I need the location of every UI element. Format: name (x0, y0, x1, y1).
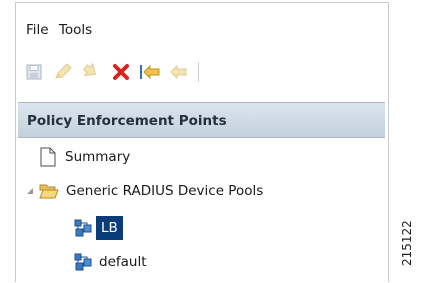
tree-item-label: default (99, 254, 147, 270)
move-left-icon[interactable] (139, 61, 161, 83)
tree-item-summary[interactable]: Summary (37, 145, 130, 169)
tree-item-default[interactable]: default (73, 250, 147, 274)
tree-item-label-selected: LB (96, 216, 123, 240)
figure-id-watermark: 215122 (400, 220, 414, 266)
device-pool-icon (73, 253, 93, 271)
device-pool-icon (73, 219, 93, 237)
policy-enforcement-panel: File Tools Policy Enforcement Points Sum… (15, 2, 389, 282)
save-icon[interactable] (23, 61, 45, 83)
document-icon (37, 147, 59, 167)
open-folder-icon (38, 183, 60, 199)
move-right-icon[interactable] (168, 61, 190, 83)
delete-icon[interactable] (110, 61, 132, 83)
menu-tools[interactable]: Tools (59, 22, 92, 38)
tree-item-generic-radius-device-pools[interactable]: Generic RADIUS Device Pools (25, 179, 263, 203)
menu-file[interactable]: File (26, 22, 49, 38)
tree-item-label: Summary (65, 149, 131, 165)
tree-item-lb[interactable]: LB (73, 215, 123, 241)
refresh-icon[interactable] (81, 61, 103, 83)
tree-item-label: Generic RADIUS Device Pools (66, 183, 264, 199)
panel-title: Policy Enforcement Points (18, 102, 385, 138)
toolbar (23, 59, 199, 85)
edit-icon[interactable] (52, 61, 74, 83)
menu-bar: File Tools (26, 22, 98, 38)
toolbar-separator (198, 62, 199, 82)
expand-arrow-icon[interactable] (25, 187, 35, 195)
